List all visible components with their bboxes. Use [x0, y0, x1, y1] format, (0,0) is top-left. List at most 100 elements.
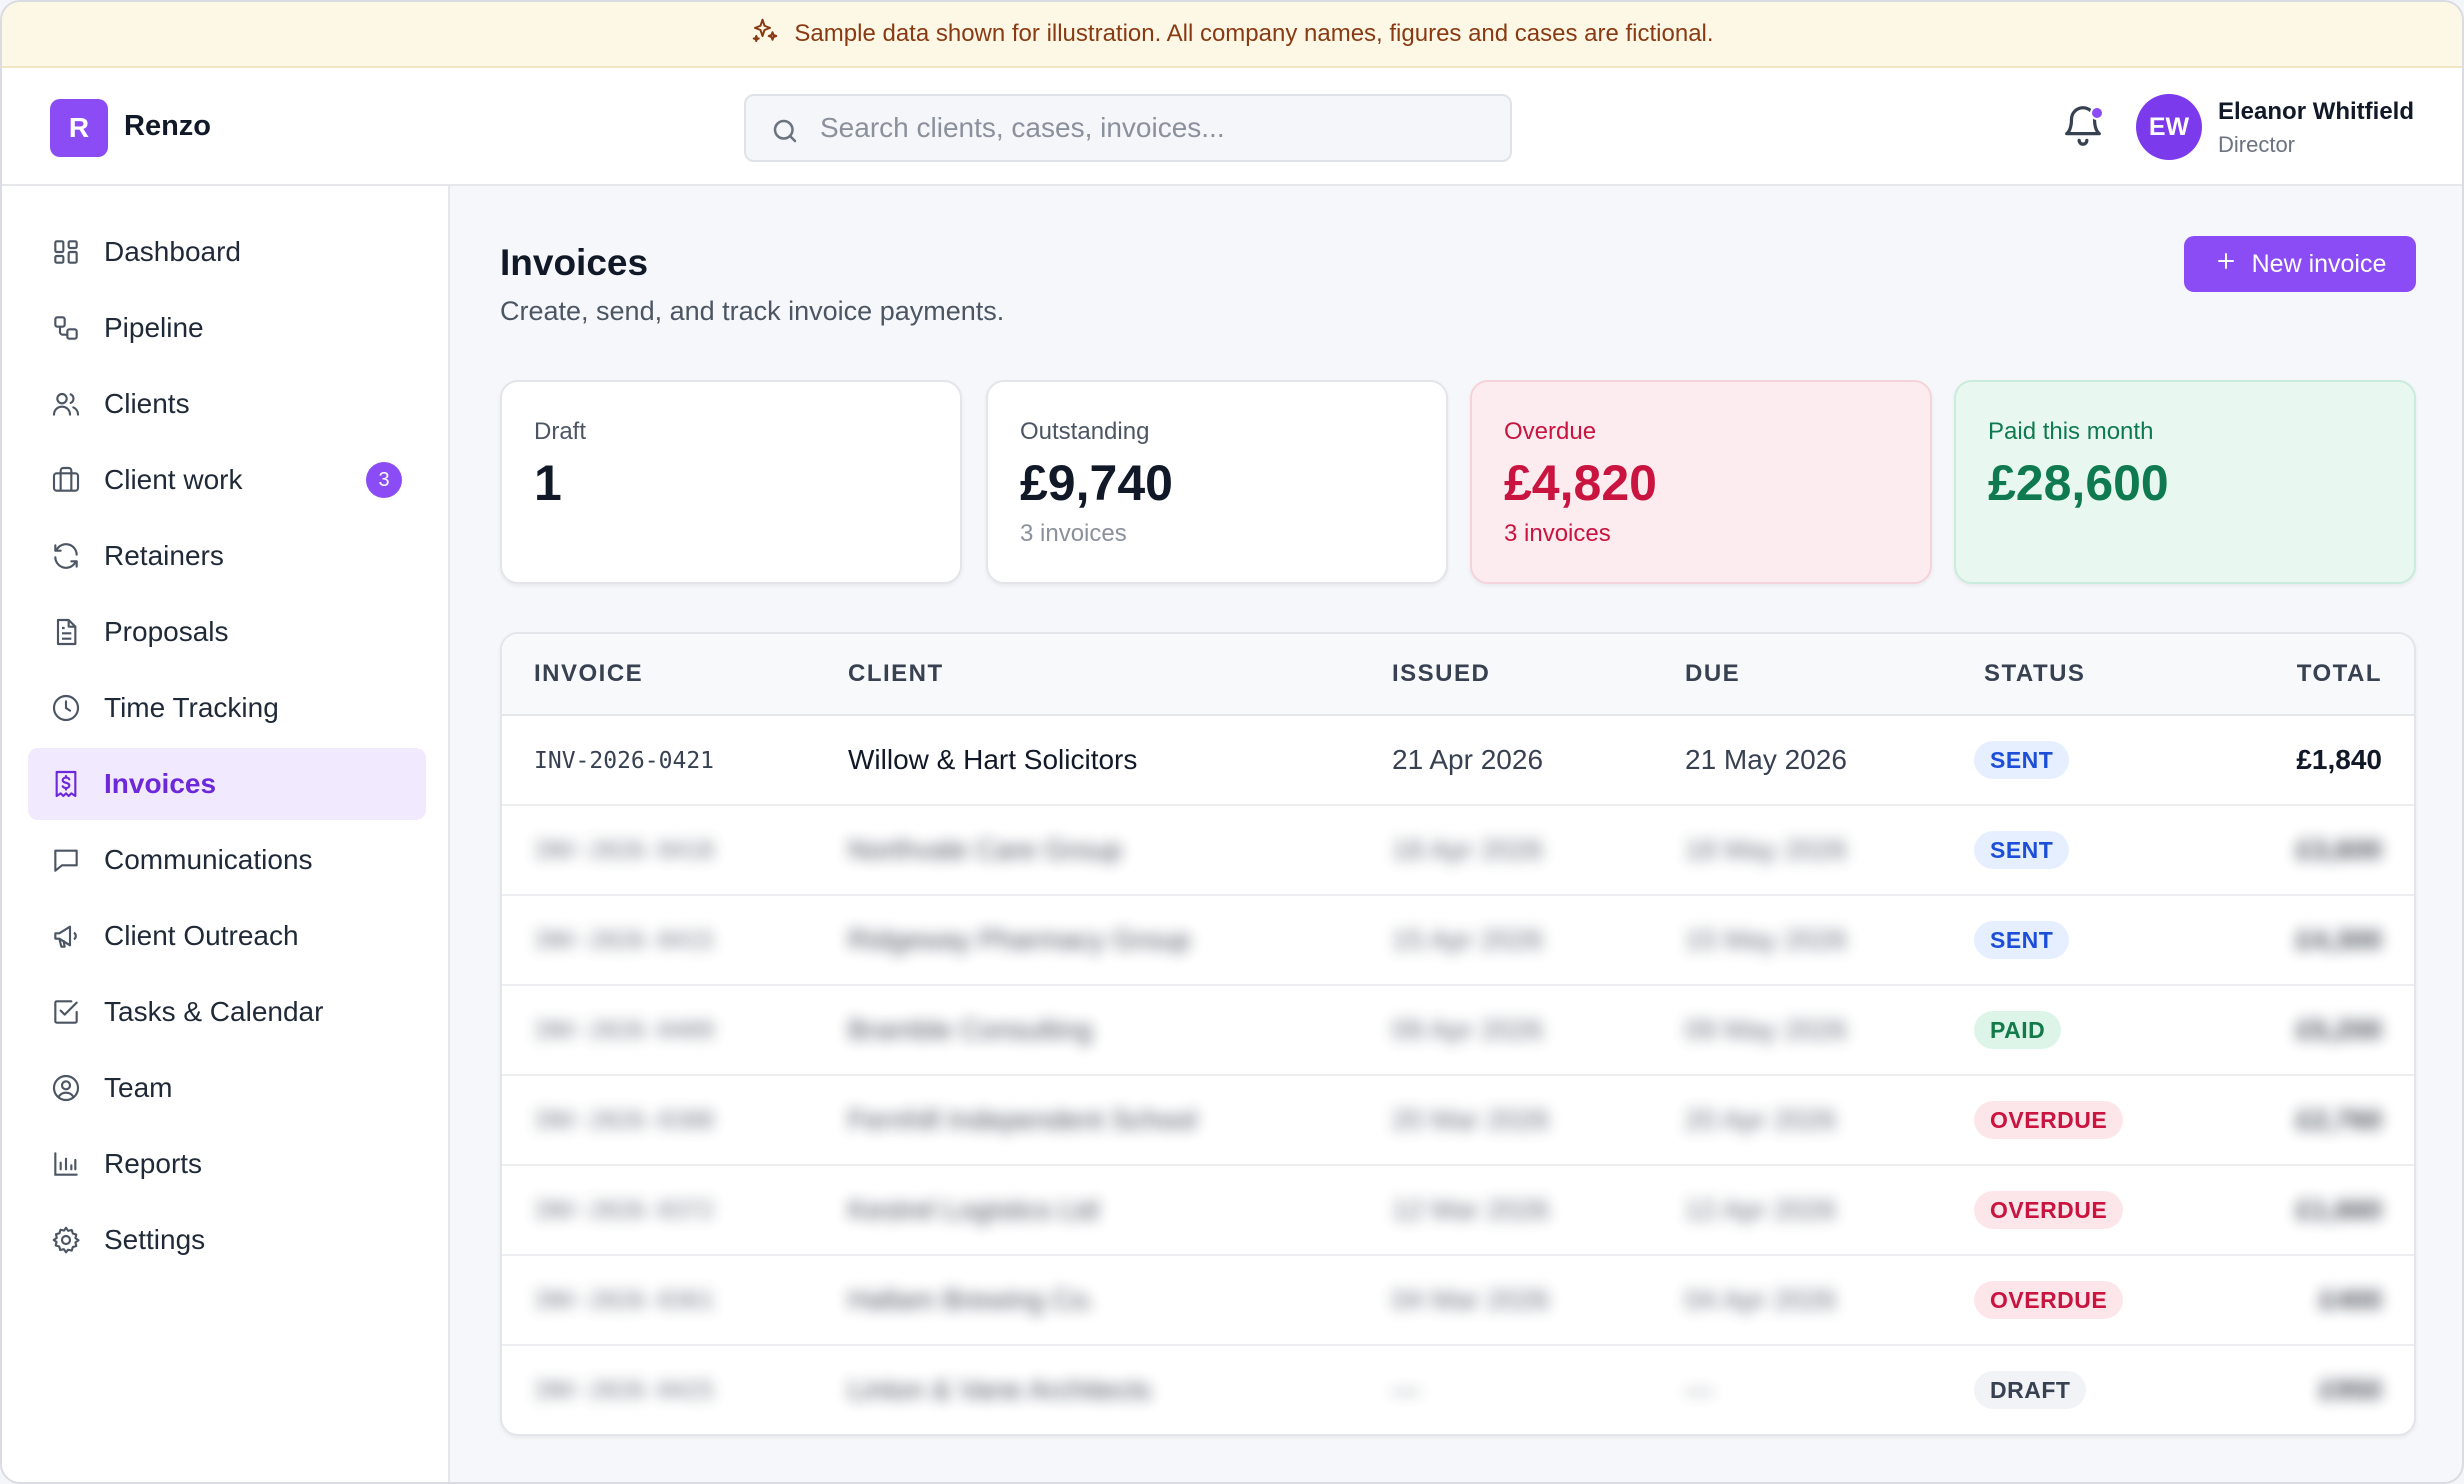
sidebar-item-retainers[interactable]: Retainers: [28, 520, 426, 592]
stat-card-draft[interactable]: Draft 1: [500, 380, 962, 584]
user-role: Director: [2218, 132, 2296, 157]
table-row[interactable]: INV-2026-0421 Willow & Hart Solicitors 21 …: [502, 716, 2414, 806]
column-header-issued[interactable]: ISSUED: [1392, 660, 1490, 688]
sidebar-item-label: Communications: [104, 844, 313, 875]
user-name: Eleanor Whitfield: [2218, 98, 2415, 125]
client-name: Willow & Hart Solicitors: [848, 744, 1138, 775]
app-logo[interactable]: R: [50, 99, 108, 157]
sidebar-item-tasks-calendar[interactable]: Tasks & Calendar: [28, 976, 426, 1048]
sidebar-item-label: Time Tracking: [104, 692, 279, 723]
due-date: 21 May 2026: [1685, 744, 1847, 775]
notifications-button[interactable]: [2060, 102, 2106, 150]
issued-date: 15 Apr 2026: [1392, 924, 1544, 955]
sidebar-item-settings[interactable]: Settings: [28, 1204, 426, 1276]
sidebar-item-team[interactable]: Team: [28, 1052, 426, 1124]
table-row[interactable]: INV-2026-0388 Fernhill Independent School…: [502, 1076, 2414, 1166]
sidebar-item-client-outreach[interactable]: Client Outreach: [28, 900, 426, 972]
sidebar-item-pipeline[interactable]: Pipeline: [28, 292, 426, 364]
refresh-icon: [50, 540, 82, 572]
client-name: Kestrel Logistics Ltd: [848, 1194, 1099, 1225]
invoice-total: £2,760: [2296, 1104, 2382, 1135]
invoice-number: INV-2026-0425: [534, 1378, 715, 1404]
sidebar-item-clients[interactable]: Clients: [28, 368, 426, 440]
search-input[interactable]: [820, 106, 1480, 150]
due-date: —: [1685, 1374, 1713, 1405]
sidebar-item-client-work[interactable]: Client work 3: [28, 444, 426, 516]
sidebar-item-label: Retainers: [104, 540, 224, 571]
table-row[interactable]: INV-2026-0361 Hallam Brewing Co. 04 Mar 20…: [502, 1256, 2414, 1346]
dashboard-icon: [50, 236, 82, 268]
sidebar-item-dashboard[interactable]: Dashboard: [28, 216, 426, 288]
stat-label: Outstanding: [1020, 418, 1150, 445]
sidebar-item-communications[interactable]: Communications: [28, 824, 426, 896]
invoice-number: INV-2026-0388: [534, 1108, 715, 1134]
stat-card-overdue[interactable]: Overdue £4,820 3 invoices: [1470, 380, 1932, 584]
issued-date: 09 Apr 2026: [1392, 1014, 1544, 1045]
invoice-number: INV-2026-0421: [534, 748, 715, 774]
column-header-invoice[interactable]: INVOICE: [534, 660, 643, 688]
brand-name: Renzo: [124, 110, 211, 142]
column-header-client[interactable]: CLIENT: [848, 660, 944, 688]
pipeline-icon: [50, 312, 82, 344]
sidebar-item-label: Reports: [104, 1148, 203, 1179]
invoice-icon: [50, 768, 82, 800]
user-circle-icon: [50, 1072, 82, 1104]
due-date: 04 Apr 2026: [1685, 1284, 1837, 1315]
checkbox-icon: [50, 996, 82, 1028]
invoice-total: £1,840: [2296, 744, 2382, 775]
stat-value: 1: [534, 455, 562, 511]
client-name: Bramble Consulting: [848, 1014, 1093, 1045]
column-header-status[interactable]: STATUS: [1984, 660, 2085, 688]
notification-dot: [2090, 106, 2104, 120]
invoice-total: £5,200: [2296, 1014, 2382, 1045]
page-subtitle: Create, send, and track invoice payments…: [500, 296, 1005, 326]
table-row[interactable]: INV-2026-0409 Bramble Consulting 09 Apr 20…: [502, 986, 2414, 1076]
document-icon: [50, 616, 82, 648]
status-badge: OVERDUE: [1974, 1101, 2124, 1139]
status-badge: PAID: [1974, 1011, 2062, 1049]
table-row[interactable]: INV-2026-0418 Northvale Care Group 18 Apr …: [502, 806, 2414, 896]
app-window: Sample data shown for illustration. All …: [0, 0, 2464, 1484]
status-badge: SENT: [1974, 741, 2070, 779]
gear-icon: [50, 1224, 82, 1256]
sidebar-item-label: Invoices: [104, 768, 217, 799]
sidebar-item-label: Pipeline: [104, 312, 204, 343]
column-header-total[interactable]: TOTAL: [2297, 660, 2382, 688]
chat-icon: [50, 844, 82, 876]
stat-card-outstanding[interactable]: Outstanding £9,740 3 invoices: [986, 380, 1448, 584]
sidebar-item-reports[interactable]: Reports: [28, 1128, 426, 1200]
invoice-total: £4,300: [2296, 924, 2382, 955]
stat-note: 3 invoices: [1020, 520, 1127, 547]
stat-label: Paid this month: [1988, 418, 2154, 445]
sidebar-item-label: Client work: [104, 464, 243, 495]
banner-text: Sample data shown for illustration. All …: [794, 20, 1714, 47]
sidebar-item-label: Dashboard: [104, 236, 241, 267]
issued-date: 21 Apr 2026: [1392, 744, 1544, 775]
status-badge: DRAFT: [1974, 1371, 2087, 1409]
sidebar-item-time-tracking[interactable]: Time Tracking: [28, 672, 426, 744]
sidebar-item-label: Client Outreach: [104, 920, 299, 951]
stat-label: Overdue: [1504, 418, 1597, 445]
issued-date: 04 Mar 2026: [1392, 1284, 1550, 1315]
table-row[interactable]: INV-2026-0415 Ridgeway Pharmacy Group 15 A…: [502, 896, 2414, 986]
due-date: 20 Apr 2026: [1685, 1104, 1837, 1135]
due-date: 12 Apr 2026: [1685, 1194, 1837, 1225]
due-date: 15 May 2026: [1685, 924, 1847, 955]
search-box[interactable]: [744, 94, 1512, 162]
column-header-due[interactable]: DUE: [1685, 660, 1740, 688]
stat-card-paid-this-month[interactable]: Paid this month £28,600: [1954, 380, 2416, 584]
issued-date: 12 Mar 2026: [1392, 1194, 1550, 1225]
table-row[interactable]: INV-2026-0372 Kestrel Logistics Ltd 12 Mar…: [502, 1166, 2414, 1256]
issued-date: 18 Apr 2026: [1392, 834, 1544, 865]
bar-chart-icon: [50, 1148, 82, 1180]
sidebar-item-invoices[interactable]: Invoices: [28, 748, 426, 820]
new-invoice-button[interactable]: New invoice: [2184, 236, 2416, 292]
top-header: R Renzo EW Eleanor Whitfield Director: [2, 68, 2462, 186]
status-badge: SENT: [1974, 921, 2070, 959]
user-avatar[interactable]: EW: [2136, 94, 2202, 160]
invoice-total: £1,660: [2296, 1194, 2382, 1225]
table-row[interactable]: INV-2026-0425 Linton & Vane Architects — — D…: [502, 1346, 2414, 1434]
client-name: Ridgeway Pharmacy Group: [848, 924, 1191, 955]
sidebar-item-proposals[interactable]: Proposals: [28, 596, 426, 668]
invoice-total: £950: [2319, 1374, 2382, 1405]
